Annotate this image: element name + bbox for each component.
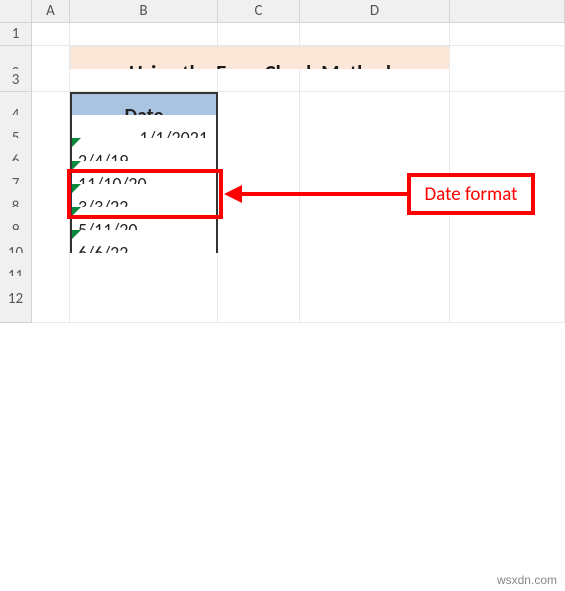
cell-C3[interactable] — [218, 69, 300, 92]
cell-A12[interactable] — [32, 276, 70, 323]
error-indicator-icon[interactable] — [72, 207, 81, 216]
cell-D1[interactable] — [300, 23, 450, 46]
cell-A1[interactable] — [32, 23, 70, 46]
col-header-A[interactable]: A — [32, 0, 70, 23]
callout-box: Date format — [407, 173, 535, 215]
row-header-3[interactable]: 3 — [0, 69, 32, 92]
cell-C12[interactable] — [218, 276, 300, 323]
cell-A3[interactable] — [32, 69, 70, 92]
cell-E12[interactable] — [450, 276, 565, 323]
cell-B12[interactable] — [70, 276, 218, 323]
cell-B3[interactable] — [70, 69, 218, 92]
error-indicator-icon[interactable] — [72, 230, 81, 239]
cell-E1[interactable] — [450, 23, 565, 46]
error-indicator-icon[interactable] — [72, 138, 81, 147]
cell-C1[interactable] — [218, 23, 300, 46]
arrow-line — [240, 192, 408, 196]
watermark: wsxdn.com — [497, 573, 557, 587]
cell-D3[interactable] — [300, 69, 450, 92]
row-header-1[interactable]: 1 — [0, 23, 32, 46]
select-all-corner[interactable] — [0, 0, 32, 23]
cell-D12[interactable] — [300, 276, 450, 323]
col-header-C[interactable]: C — [218, 0, 300, 23]
cell-B1[interactable] — [70, 23, 218, 46]
spreadsheet-grid[interactable]: A B C D 1 2 Using the Error Check Method… — [0, 0, 565, 299]
cell-E3[interactable] — [450, 69, 565, 92]
col-header-B[interactable]: B — [70, 0, 218, 23]
col-header-D[interactable]: D — [300, 0, 450, 23]
row-header-12[interactable]: 12 — [0, 276, 32, 323]
error-indicator-icon[interactable] — [72, 161, 81, 170]
arrow-head-icon — [224, 185, 242, 203]
col-header-empty[interactable] — [450, 0, 565, 23]
error-indicator-icon[interactable] — [72, 184, 81, 193]
